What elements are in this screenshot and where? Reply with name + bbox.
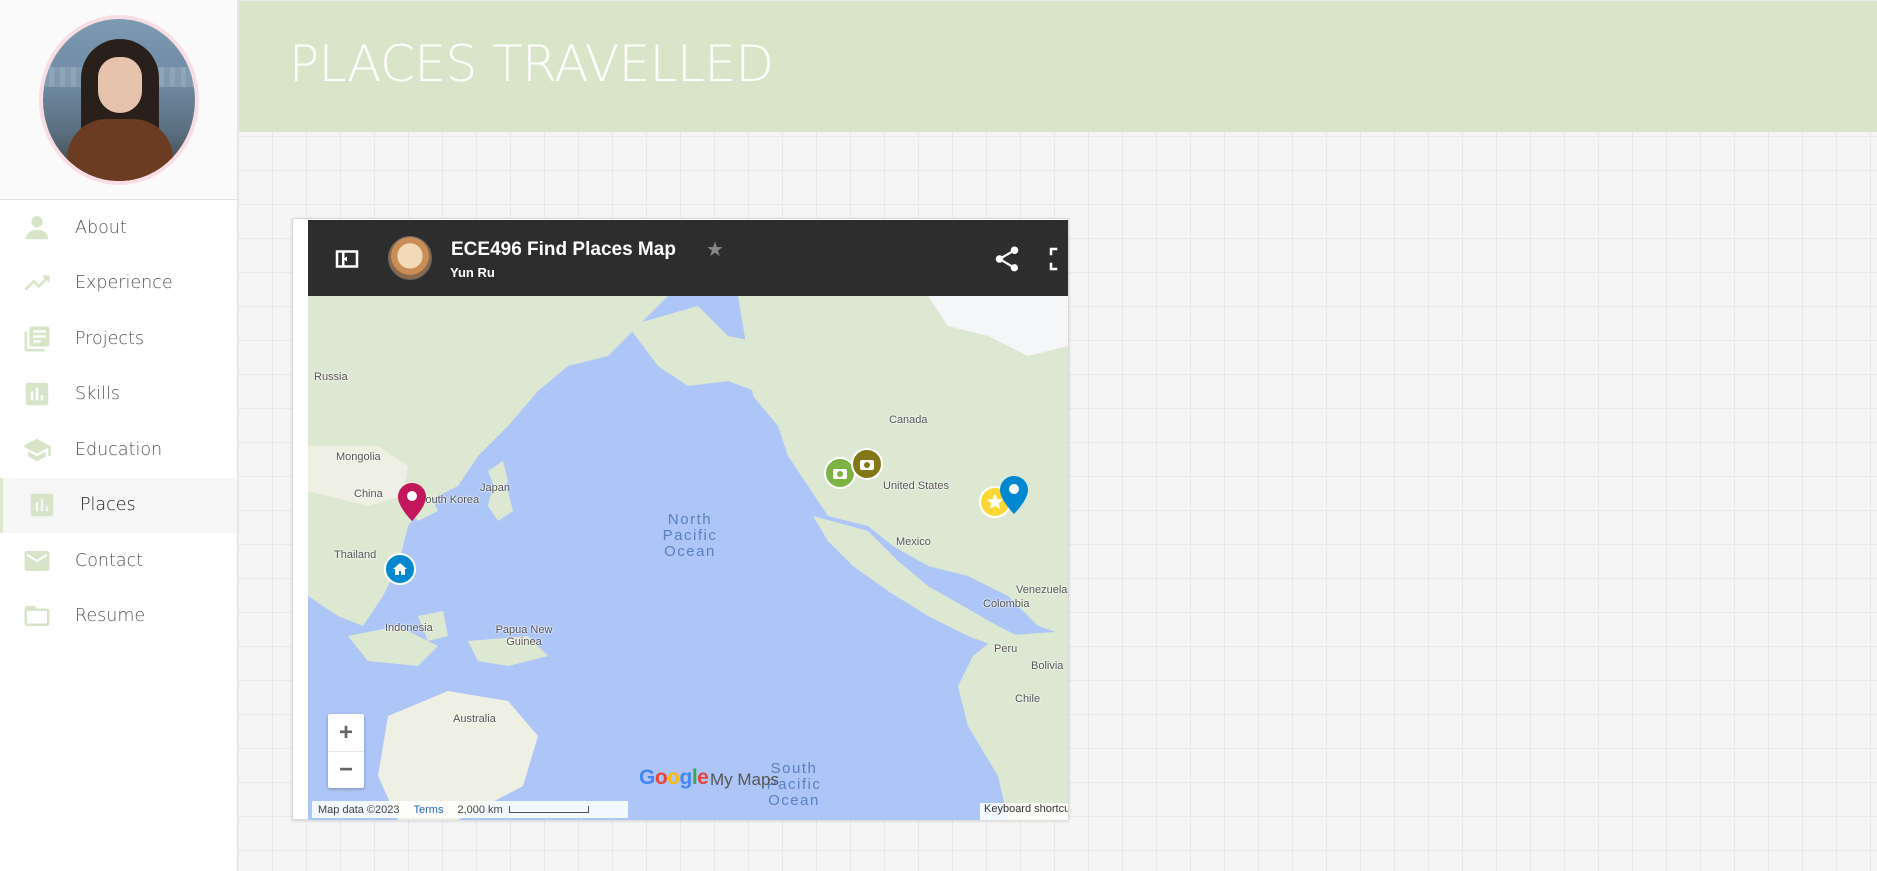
sidebar-item-places[interactable]: Places	[0, 477, 237, 533]
map-label-chile: Chile	[1015, 693, 1041, 705]
document-stack-icon	[22, 324, 52, 354]
star-icon[interactable]: ★	[706, 237, 724, 262]
fullscreen-icon[interactable]	[1046, 244, 1068, 274]
terms-link[interactable]: Terms	[414, 804, 444, 816]
map-label-russia: Russia	[314, 371, 348, 383]
graduation-cap-icon	[22, 435, 52, 465]
keyboard-shortcuts-button[interactable]: Keyboard shortcuts	[980, 803, 1068, 820]
google-logo: Google	[639, 766, 709, 789]
map-scale: 2,000 km	[457, 803, 589, 816]
map-data-credit: Map data ©2023	[318, 803, 400, 816]
sidebar: About Experience Projects Skills Educati…	[0, 0, 238, 871]
sidebar-item-label: Resume	[75, 606, 146, 627]
map-owner-avatar	[388, 236, 432, 280]
zoom-in-button[interactable]: +	[328, 714, 364, 751]
sidebar-item-label: Education	[75, 439, 163, 460]
map-label-north-pacific: North Pacific Ocean	[662, 511, 718, 560]
sidebar-item-label: Projects	[75, 328, 144, 349]
mail-icon	[22, 546, 52, 576]
folder-icon	[22, 601, 52, 631]
profile-photo-area	[0, 0, 237, 200]
zoom-out-button[interactable]: −	[328, 751, 364, 788]
map-label-mongolia: Mongolia	[336, 451, 381, 463]
sidebar-item-projects[interactable]: Projects	[0, 311, 237, 367]
map-label-thailand: Thailand	[334, 549, 377, 561]
toggle-legend-icon[interactable]	[332, 244, 362, 274]
scale-bar	[508, 805, 589, 813]
map-label-china: China	[354, 488, 383, 500]
map-pin-home-icon[interactable]	[384, 553, 416, 585]
map-attribution: Map data ©2023 Terms 2,000 km	[312, 801, 628, 818]
sidebar-item-skills[interactable]: Skills	[0, 367, 237, 423]
map-toolbar: ECE496 Find Places Map ★ Yun Ru	[308, 220, 1068, 296]
map-label-japan: Japan	[480, 482, 510, 494]
zoom-controls: + −	[328, 714, 364, 788]
page-header: PLACES TRAVELLED	[239, 1, 1877, 132]
trending-up-icon	[22, 268, 52, 298]
sidebar-item-label: Contact	[75, 550, 144, 571]
mymaps-branding: My Maps	[710, 770, 779, 789]
map-pin-location-icon[interactable]	[1000, 476, 1028, 514]
sidebar-item-label: Experience	[75, 273, 173, 294]
map-viewport: ECE496 Find Places Map ★ Yun Ru Russia M…	[308, 220, 1068, 820]
map-label-canada: Canada	[889, 414, 928, 426]
profile-avatar	[38, 14, 199, 185]
sidebar-item-label: About	[75, 217, 127, 238]
sidebar-item-resume[interactable]: Resume	[0, 589, 237, 645]
map-label-colombia: Colombia	[983, 598, 1030, 610]
map-label-mexico: Mexico	[896, 536, 931, 548]
sidebar-item-label: Places	[80, 495, 136, 516]
map-label-bolivia: Bolivia	[1031, 660, 1064, 672]
bar-chart-icon	[22, 379, 52, 409]
bar-chart-icon	[27, 490, 57, 520]
page-title: PLACES TRAVELLED	[289, 35, 774, 93]
map-title[interactable]: ECE496 Find Places Map	[451, 239, 676, 261]
sidebar-item-education[interactable]: Education	[0, 422, 237, 478]
map-embed: ECE496 Find Places Map ★ Yun Ru Russia M…	[292, 218, 1069, 820]
map-label-venezuela: Venezuela	[1016, 584, 1068, 596]
sidebar-item-label: Skills	[75, 384, 120, 405]
map-label-united-states: United States	[883, 480, 950, 492]
map-label-indonesia: Indonesia	[385, 622, 433, 634]
map-label-papua: Papua New Guinea	[495, 624, 553, 648]
map-label-peru: Peru	[994, 643, 1018, 655]
share-icon[interactable]	[992, 244, 1022, 274]
map-canvas[interactable]: Russia Mongolia China Japan South Korea …	[308, 296, 1068, 820]
map-author: Yun Ru	[450, 265, 495, 280]
map-pin-camera-icon[interactable]	[851, 448, 883, 480]
person-icon	[22, 213, 52, 243]
scale-label: 2,000 km	[457, 803, 503, 816]
sidebar-item-about[interactable]: About	[0, 200, 237, 256]
sidebar-item-experience[interactable]: Experience	[0, 256, 237, 312]
map-label-south-korea: South Korea	[418, 494, 480, 506]
sidebar-item-contact[interactable]: Contact	[0, 533, 237, 589]
map-pin-location-icon[interactable]	[398, 483, 426, 521]
sidebar-nav: About Experience Projects Skills Educati…	[0, 200, 237, 644]
map-label-australia: Australia	[453, 713, 496, 725]
